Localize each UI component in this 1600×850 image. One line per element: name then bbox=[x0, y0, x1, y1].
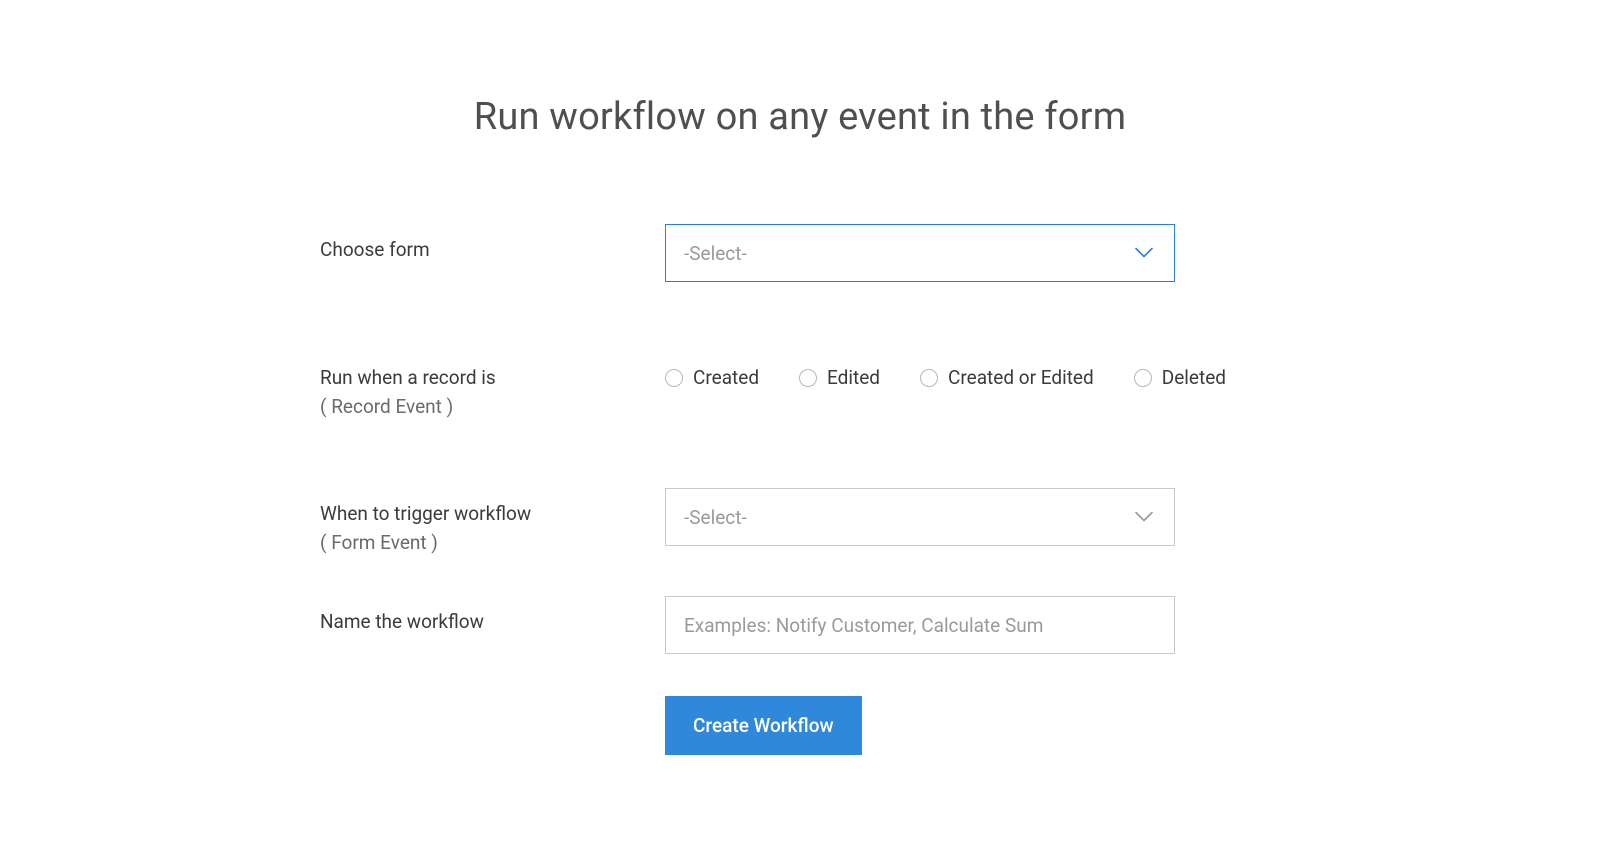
radio-icon bbox=[799, 369, 817, 387]
record-event-label: Run when a record is bbox=[320, 366, 665, 389]
create-workflow-button[interactable]: Create Workflow bbox=[665, 696, 862, 755]
choose-form-placeholder: -Select- bbox=[684, 242, 747, 265]
record-event-radio-group: Created Edited Created or Edited Deleted bbox=[665, 352, 1280, 389]
chevron-down-icon bbox=[1134, 244, 1154, 263]
radio-icon bbox=[1134, 369, 1152, 387]
radio-label: Deleted bbox=[1162, 366, 1226, 389]
form-event-placeholder: -Select- bbox=[684, 506, 747, 529]
page-title: Run workflow on any event in the form bbox=[0, 95, 1600, 139]
workflow-name-input[interactable] bbox=[665, 596, 1175, 654]
choose-form-label: Choose form bbox=[320, 238, 665, 261]
radio-label: Created or Edited bbox=[948, 366, 1094, 389]
workflow-form: Choose form -Select- Run when a record i… bbox=[320, 224, 1280, 755]
record-event-sublabel: ( Record Event ) bbox=[320, 395, 665, 418]
form-event-label: When to trigger workflow bbox=[320, 502, 665, 525]
chevron-down-icon bbox=[1134, 508, 1154, 527]
radio-label: Edited bbox=[827, 366, 880, 389]
radio-edited[interactable]: Edited bbox=[799, 366, 880, 389]
radio-created-or-edited[interactable]: Created or Edited bbox=[920, 366, 1094, 389]
radio-icon bbox=[665, 369, 683, 387]
radio-icon bbox=[920, 369, 938, 387]
form-event-sublabel: ( Form Event ) bbox=[320, 531, 665, 554]
form-event-select[interactable]: -Select- bbox=[665, 488, 1175, 546]
radio-created[interactable]: Created bbox=[665, 366, 759, 389]
radio-deleted[interactable]: Deleted bbox=[1134, 366, 1226, 389]
radio-label: Created bbox=[693, 366, 759, 389]
workflow-name-label: Name the workflow bbox=[320, 610, 665, 633]
choose-form-select[interactable]: -Select- bbox=[665, 224, 1175, 282]
